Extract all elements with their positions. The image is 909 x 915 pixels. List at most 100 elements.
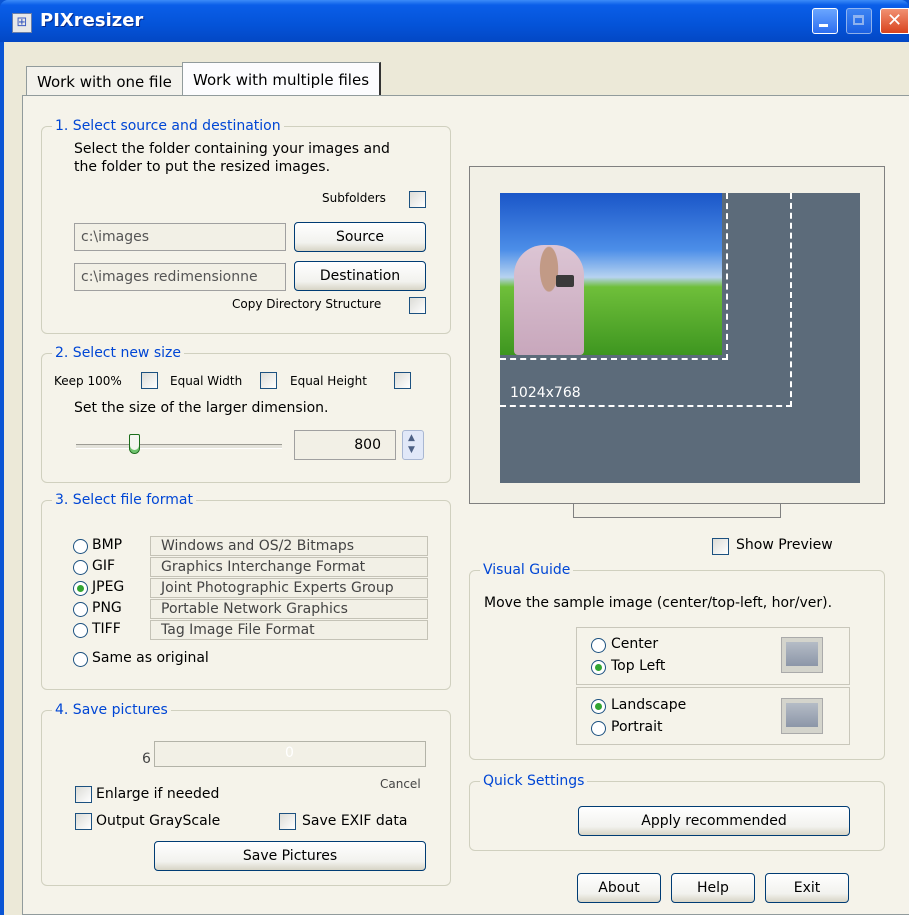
spin-up-icon[interactable]: ▲	[408, 433, 415, 443]
cancel-link[interactable]: Cancel	[380, 777, 421, 791]
group-title: Quick Settings	[480, 772, 588, 790]
about-button[interactable]: About	[577, 873, 661, 903]
equal-height-label: Equal Height	[290, 374, 367, 388]
subfolders-checkbox[interactable]	[409, 191, 426, 208]
orientation-landscape-radio[interactable]	[591, 699, 606, 714]
source-button[interactable]: Source	[294, 222, 426, 252]
equal-height-checkbox[interactable]	[394, 372, 411, 389]
orientation-landscape-label: Landscape	[611, 697, 687, 713]
show-preview-label: Show Preview	[736, 537, 833, 553]
copy-structure-checkbox[interactable]	[409, 297, 426, 314]
size-spinner[interactable]: ▲ ▼	[402, 430, 424, 460]
subfolders-label: Subfolders	[322, 191, 386, 205]
position-center-label: Center	[611, 636, 659, 652]
tab-one-file[interactable]: Work with one file	[26, 66, 183, 96]
equal-width-label: Equal Width	[170, 374, 243, 388]
grayscale-label: Output GrayScale	[96, 813, 221, 829]
size-value-field[interactable]: 800	[294, 430, 396, 460]
format-radio-jpeg[interactable]	[73, 581, 88, 596]
visual-guide-group: Visual Guide Move the sample image (cent…	[469, 561, 885, 760]
exit-button[interactable]: Exit	[765, 873, 849, 903]
format-name-tiff: TIFF	[92, 621, 121, 637]
size-instruction: Set the size of the larger dimension.	[74, 400, 329, 416]
window-title: PIXresizer	[40, 10, 144, 31]
position-top-left-radio[interactable]	[591, 660, 606, 675]
enlarge-checkbox[interactable]	[75, 786, 92, 803]
position-center-radio[interactable]	[591, 638, 606, 653]
orientation-monitor-icon	[781, 698, 823, 734]
slider-track	[76, 444, 282, 449]
equal-width-checkbox[interactable]	[260, 372, 277, 389]
slider-thumb[interactable]	[129, 434, 140, 454]
minimize-button[interactable]	[812, 8, 838, 34]
visual-guide-instruction: Move the sample image (center/top-left, …	[484, 595, 833, 611]
format-desc-jpeg: Joint Photographic Experts Group	[150, 578, 428, 598]
grayscale-checkbox[interactable]	[75, 813, 92, 830]
keep-100-label: Keep 100%	[54, 374, 122, 388]
client-area: Work with one file Work with multiple fi…	[4, 42, 909, 915]
format-desc-gif: Graphics Interchange Format	[150, 557, 428, 577]
destination-path-field[interactable]: c:\images redimensionne	[74, 263, 286, 291]
format-desc-png: Portable Network Graphics	[150, 599, 428, 619]
description-line-1: Select the folder containing your images…	[74, 141, 390, 157]
format-name-png: PNG	[92, 600, 122, 616]
group-title: 1. Select source and destination	[52, 117, 284, 135]
help-button[interactable]: Help	[671, 873, 755, 903]
maximize-button[interactable]	[846, 8, 872, 34]
format-name-bmp: BMP	[92, 537, 123, 553]
title-bar[interactable]: ⊞ PIXresizer ✕	[0, 0, 909, 42]
format-radio-tiff[interactable]	[73, 623, 88, 638]
position-box: Center Top Left	[576, 627, 850, 685]
orientation-portrait-label: Portrait	[611, 719, 663, 735]
description-line-2: the folder to put the resized images.	[74, 159, 331, 175]
same-as-original-radio[interactable]	[73, 652, 88, 667]
group-title: 2. Select new size	[52, 344, 184, 362]
destination-button[interactable]: Destination	[294, 261, 426, 291]
size-slider[interactable]	[76, 434, 282, 458]
progress-text: 0	[285, 745, 294, 761]
same-as-original-label: Same as original	[92, 650, 209, 666]
preview-screen: 1024x768	[500, 193, 860, 483]
position-top-left-label: Top Left	[611, 658, 666, 674]
progress-bar: 0	[154, 741, 426, 767]
source-destination-group: 1. Select source and destination Select …	[41, 117, 451, 334]
save-pictures-group: 4. Save pictures 6 0 Cancel Enlarge if n…	[41, 701, 451, 886]
orientation-box: Landscape Portrait	[576, 687, 850, 745]
position-monitor-icon	[781, 637, 823, 673]
quick-settings-group: Quick Settings Apply recommended	[469, 772, 885, 851]
format-desc-tiff: Tag Image File Format	[150, 620, 428, 640]
new-size-group: 2. Select new size Keep 100% Equal Width…	[41, 344, 451, 483]
monitor-stand	[573, 504, 781, 518]
group-title: Visual Guide	[480, 561, 574, 579]
size-outline-2	[500, 193, 792, 407]
close-icon: ✕	[887, 10, 903, 31]
app-window: ⊞ PIXresizer ✕ Work with one file Work w…	[0, 0, 909, 915]
file-format-group: 3. Select file format BMP Windows and OS…	[41, 491, 451, 690]
exif-label: Save EXIF data	[302, 813, 408, 829]
format-radio-bmp[interactable]	[73, 539, 88, 554]
source-path-field[interactable]: c:\images	[74, 223, 286, 251]
copy-structure-label: Copy Directory Structure	[232, 297, 382, 311]
format-radio-gif[interactable]	[73, 560, 88, 575]
close-button[interactable]: ✕	[880, 8, 909, 34]
resolution-label: 1024x768	[510, 385, 581, 401]
save-pictures-button[interactable]: Save Pictures	[154, 841, 426, 871]
keep-100-checkbox[interactable]	[141, 372, 158, 389]
format-name-gif: GIF	[92, 558, 116, 574]
preview-monitor: 1024x768	[469, 166, 885, 504]
tab-panel-multiple-files: 1. Select source and destination Select …	[22, 95, 909, 915]
exif-checkbox[interactable]	[279, 813, 296, 830]
group-title: 4. Save pictures	[52, 701, 171, 719]
format-radio-png[interactable]	[73, 602, 88, 617]
show-preview-checkbox[interactable]	[712, 538, 729, 555]
format-desc-bmp: Windows and OS/2 Bitmaps	[150, 536, 428, 556]
tab-multiple-files[interactable]: Work with multiple files	[182, 62, 382, 96]
apply-recommended-button[interactable]: Apply recommended	[578, 806, 850, 836]
format-name-jpeg: JPEG	[92, 579, 125, 595]
spin-down-icon[interactable]: ▼	[408, 445, 415, 455]
app-icon: ⊞	[12, 13, 32, 33]
orientation-portrait-radio[interactable]	[591, 721, 606, 736]
file-count: 6	[142, 751, 151, 767]
group-title: 3. Select file format	[52, 491, 196, 509]
enlarge-label: Enlarge if needed	[96, 786, 220, 802]
